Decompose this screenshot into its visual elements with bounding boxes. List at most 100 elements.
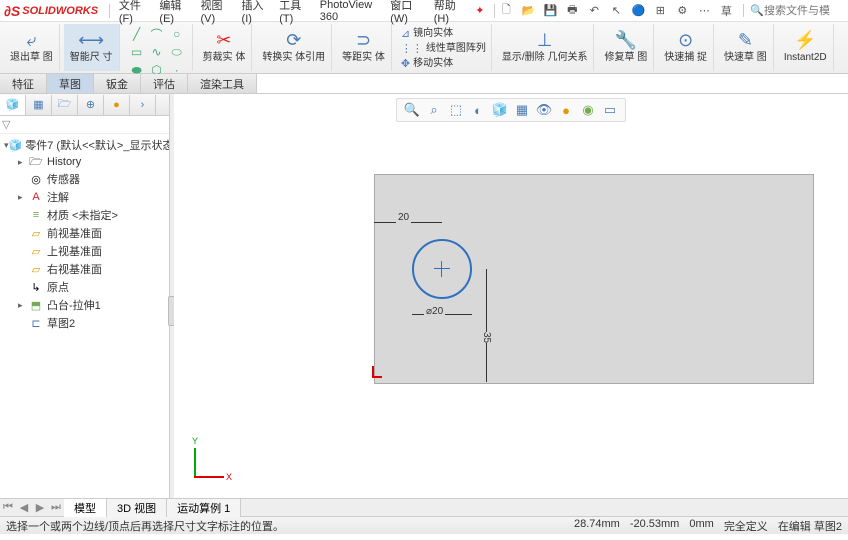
status-definition: 完全定义 xyxy=(724,518,768,534)
instant2d-button[interactable]: ⚡ Instant2D xyxy=(782,26,829,65)
rapid-icon: ✎ xyxy=(733,28,757,52)
btab-model[interactable]: 模型 xyxy=(64,499,107,517)
instant2d-icon: ⚡ xyxy=(793,28,817,52)
menu-logo-btn[interactable]: ✦ xyxy=(469,2,490,19)
tab-feature[interactable]: 特征 xyxy=(0,74,47,93)
display-relations-button[interactable]: ⊥ 显示/删除 几何关系 xyxy=(500,26,590,65)
trim-button[interactable]: ✂ 剪裁实 体 xyxy=(201,26,248,65)
more-icon[interactable]: ⋯ xyxy=(695,2,713,20)
tab-nav-last[interactable]: ⏭ xyxy=(48,501,64,514)
tree-annotations[interactable]: ▸A注解 xyxy=(16,188,167,206)
feature-tree-tab[interactable]: 🧊 xyxy=(0,95,26,115)
menu-window[interactable]: 窗口(W) xyxy=(384,0,427,27)
annotation-icon: A xyxy=(28,190,44,204)
linear-pattern-button[interactable]: ⋮⋮线性草图阵列 xyxy=(400,41,487,56)
menu-edit[interactable]: 编辑(E) xyxy=(153,0,194,27)
tree-origin[interactable]: ↳原点 xyxy=(16,278,167,296)
tree-sensors[interactable]: ◎传感器 xyxy=(16,170,167,188)
dim-height[interactable]: 35 xyxy=(479,332,494,343)
app-name: SOLIDWORKS xyxy=(22,5,98,17)
view-settings-icon[interactable]: ▭ xyxy=(601,101,619,119)
tree-material[interactable]: ≡材质 <未指定> xyxy=(16,206,167,224)
rapid-sketch-button[interactable]: ✎ 快速草 图 xyxy=(722,26,769,65)
dim-width[interactable]: 20 xyxy=(396,212,411,223)
tree-top-plane[interactable]: ▱上视基准面 xyxy=(16,242,167,260)
tree-front-plane[interactable]: ▱前视基准面 xyxy=(16,224,167,242)
menu-photoview[interactable]: PhotoView 360 xyxy=(314,0,385,25)
section-icon[interactable]: ◐ xyxy=(469,101,487,119)
config-tab[interactable]: 🗁 xyxy=(52,95,78,115)
convert-icon: ⟳ xyxy=(282,28,306,52)
save-icon[interactable]: 💾 xyxy=(541,2,559,20)
zoom-area-icon[interactable]: ⌕ xyxy=(425,101,443,119)
menu-view[interactable]: 视图(V) xyxy=(194,0,235,27)
offset-button[interactable]: ⊃ 等距实 体 xyxy=(340,26,387,65)
menu-file[interactable]: 文件(F) xyxy=(113,0,154,27)
scene-icon[interactable]: ◉ xyxy=(579,101,597,119)
circle-icon[interactable]: ○ xyxy=(168,26,186,42)
tree-extrude[interactable]: ▸⬒凸台-拉伸1 xyxy=(16,296,167,314)
arc-icon[interactable]: ⌒ xyxy=(148,26,166,42)
origin-icon: ↳ xyxy=(28,280,44,294)
undo-icon[interactable]: ↶ xyxy=(585,2,603,20)
display-tab[interactable]: ● xyxy=(104,95,130,115)
search-input[interactable] xyxy=(764,5,844,17)
select-icon[interactable]: ↖ xyxy=(607,2,625,20)
zoom-fit-icon[interactable]: 🔍 xyxy=(403,101,421,119)
plane-icon: ▱ xyxy=(28,262,44,276)
smart-dimension-button[interactable]: ⟷ 智能尺 寸 xyxy=(68,26,115,65)
hide-show-icon[interactable]: 👁 xyxy=(535,101,553,119)
help-icon[interactable]: 草 xyxy=(717,2,735,20)
dimxpert-tab[interactable]: ⊕ xyxy=(78,95,104,115)
tab-nav-next[interactable]: ▶ xyxy=(32,501,48,514)
rect-icon[interactable]: ▭ xyxy=(128,44,146,60)
feature-tree: ▾ 🧊 零件7 (默认<<默认>_显示状态 1>) ▸🗁History ◎传感器… xyxy=(0,134,169,498)
search-icon: 🔍 xyxy=(750,4,764,17)
expand-tab[interactable]: › xyxy=(130,95,156,115)
convert-button[interactable]: ⟳ 转换实 体引用 xyxy=(260,26,327,65)
property-tab[interactable]: ▦ xyxy=(26,95,52,115)
dim-line-height xyxy=(486,269,487,382)
options-icon[interactable]: ⊞ xyxy=(651,2,669,20)
sidebar-tabs: 🧊 ▦ 🗁 ⊕ ● › xyxy=(0,94,169,116)
line-icon[interactable]: ╱ xyxy=(128,26,146,42)
prev-view-icon[interactable]: ⬚ xyxy=(447,101,465,119)
part-icon: 🧊 xyxy=(9,138,23,152)
repair-sketch-button[interactable]: 🔧 修复草 图 xyxy=(602,26,649,65)
display-style-icon[interactable]: ▦ xyxy=(513,101,531,119)
filter-icon[interactable]: ▽ xyxy=(2,118,10,131)
view-orient-icon[interactable]: 🧊 xyxy=(491,101,509,119)
move-button[interactable]: ✥移动实体 xyxy=(400,56,454,71)
menu-tools[interactable]: 工具(T) xyxy=(273,0,314,27)
exit-sketch-button[interactable]: ⤶ 退出草 图 xyxy=(8,26,55,65)
menu-insert[interactable]: 插入(I) xyxy=(236,0,274,27)
dim-diameter[interactable]: ⌀20 xyxy=(424,306,445,317)
rebuild-icon[interactable]: 🔵 xyxy=(629,2,647,20)
tab-nav-prev[interactable]: ◀ xyxy=(16,501,32,514)
mirror-button[interactable]: ⊿镜向实体 xyxy=(400,26,454,41)
tree-right-plane[interactable]: ▱右视基准面 xyxy=(16,260,167,278)
tab-sketch[interactable]: 草图 xyxy=(47,74,94,93)
settings-icon[interactable]: ⚙ xyxy=(673,2,691,20)
tree-root[interactable]: ▾ 🧊 零件7 (默认<<默认>_显示状态 1>) xyxy=(2,136,167,154)
btab-3dview[interactable]: 3D 视图 xyxy=(107,499,167,517)
appearance-icon[interactable]: ● xyxy=(557,101,575,119)
tab-sheetmetal[interactable]: 钣金 xyxy=(94,74,141,93)
bottom-tabs: ⏮ ◀ ▶ ⏭ 模型 3D 视图 运动算例 1 xyxy=(0,498,848,516)
plane-icon: ▱ xyxy=(28,244,44,258)
tree-history[interactable]: ▸🗁History xyxy=(16,154,167,170)
spline-icon[interactable]: ∿ xyxy=(148,44,166,60)
menu-help[interactable]: 帮助(H) xyxy=(428,0,470,27)
tree-sketch2[interactable]: ⊏草图2 xyxy=(16,314,167,332)
tab-render[interactable]: 渲染工具 xyxy=(188,74,257,93)
triad-y-label: Y xyxy=(192,436,198,446)
open-icon[interactable]: 📂 xyxy=(519,2,537,20)
ellipse-icon[interactable]: ⬭ xyxy=(168,44,186,60)
print-icon[interactable]: 🖶 xyxy=(563,2,581,20)
tab-nav-first[interactable]: ⏮ xyxy=(0,501,16,514)
new-icon[interactable]: 🗋 xyxy=(497,2,515,20)
quick-snap-button[interactable]: ⊙ 快速捕 捉 xyxy=(662,26,709,65)
btab-motion[interactable]: 运动算例 1 xyxy=(167,499,241,517)
tab-evaluate[interactable]: 评估 xyxy=(141,74,188,93)
graphics-viewport[interactable]: 🔍 ⌕ ⬚ ◐ 🧊 ▦ 👁 ● ◉ ▭ 20 ⌀20 35 Y X xyxy=(174,94,848,498)
